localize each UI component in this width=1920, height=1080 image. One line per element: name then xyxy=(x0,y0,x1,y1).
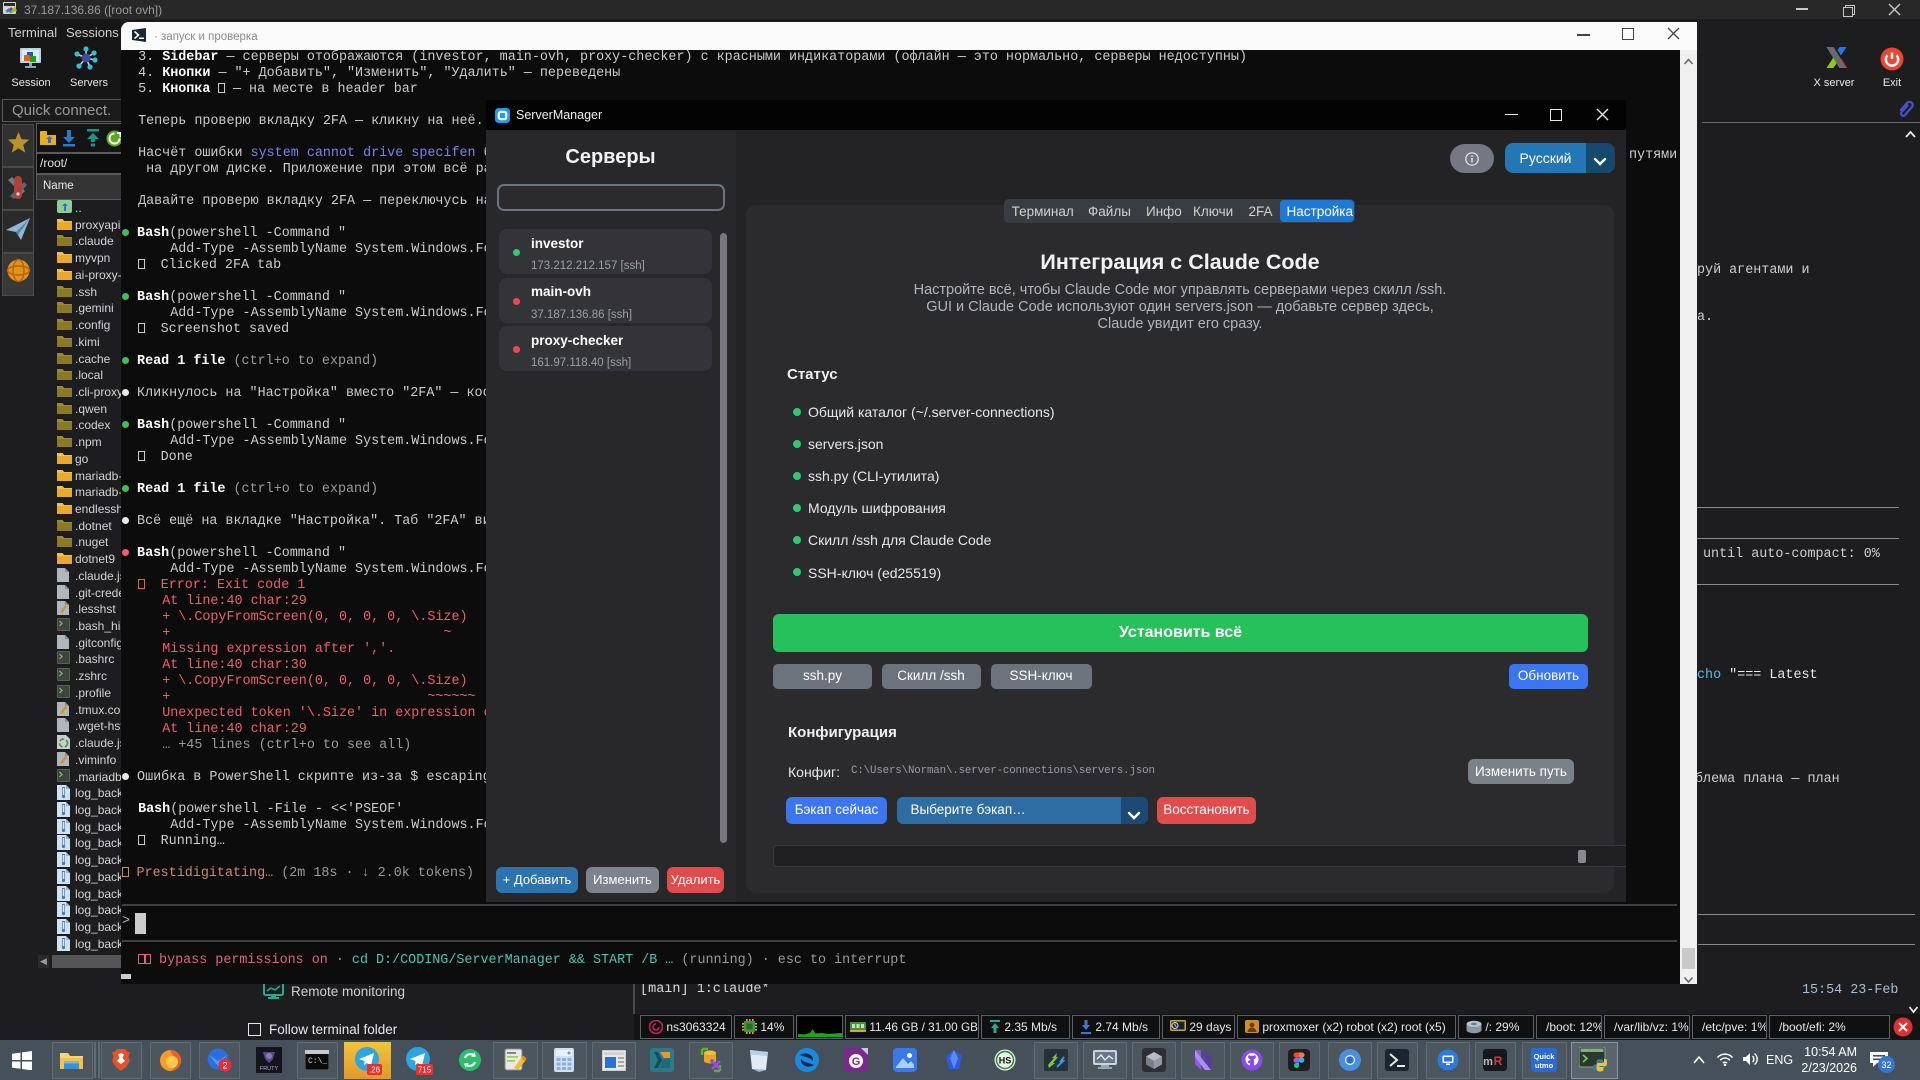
svg-text:715: 715 xyxy=(418,1066,432,1075)
svg-text:utmo: utmo xyxy=(1535,1061,1554,1070)
svg-text:G: G xyxy=(852,1056,861,1068)
svg-text:C:\_: C:\_ xyxy=(308,1057,327,1066)
svg-text:2: 2 xyxy=(222,1061,227,1071)
svg-text:m: m xyxy=(1483,1056,1493,1068)
svg-text:HS: HS xyxy=(999,1056,1012,1066)
svg-text:R: R xyxy=(1494,1054,1503,1068)
svg-text:FRUTY: FRUTY xyxy=(260,1066,279,1072)
svg-text:Quick: Quick xyxy=(1534,1052,1556,1061)
svg-text:.26: .26 xyxy=(369,1066,381,1075)
svg-text:32: 32 xyxy=(1881,1060,1891,1070)
